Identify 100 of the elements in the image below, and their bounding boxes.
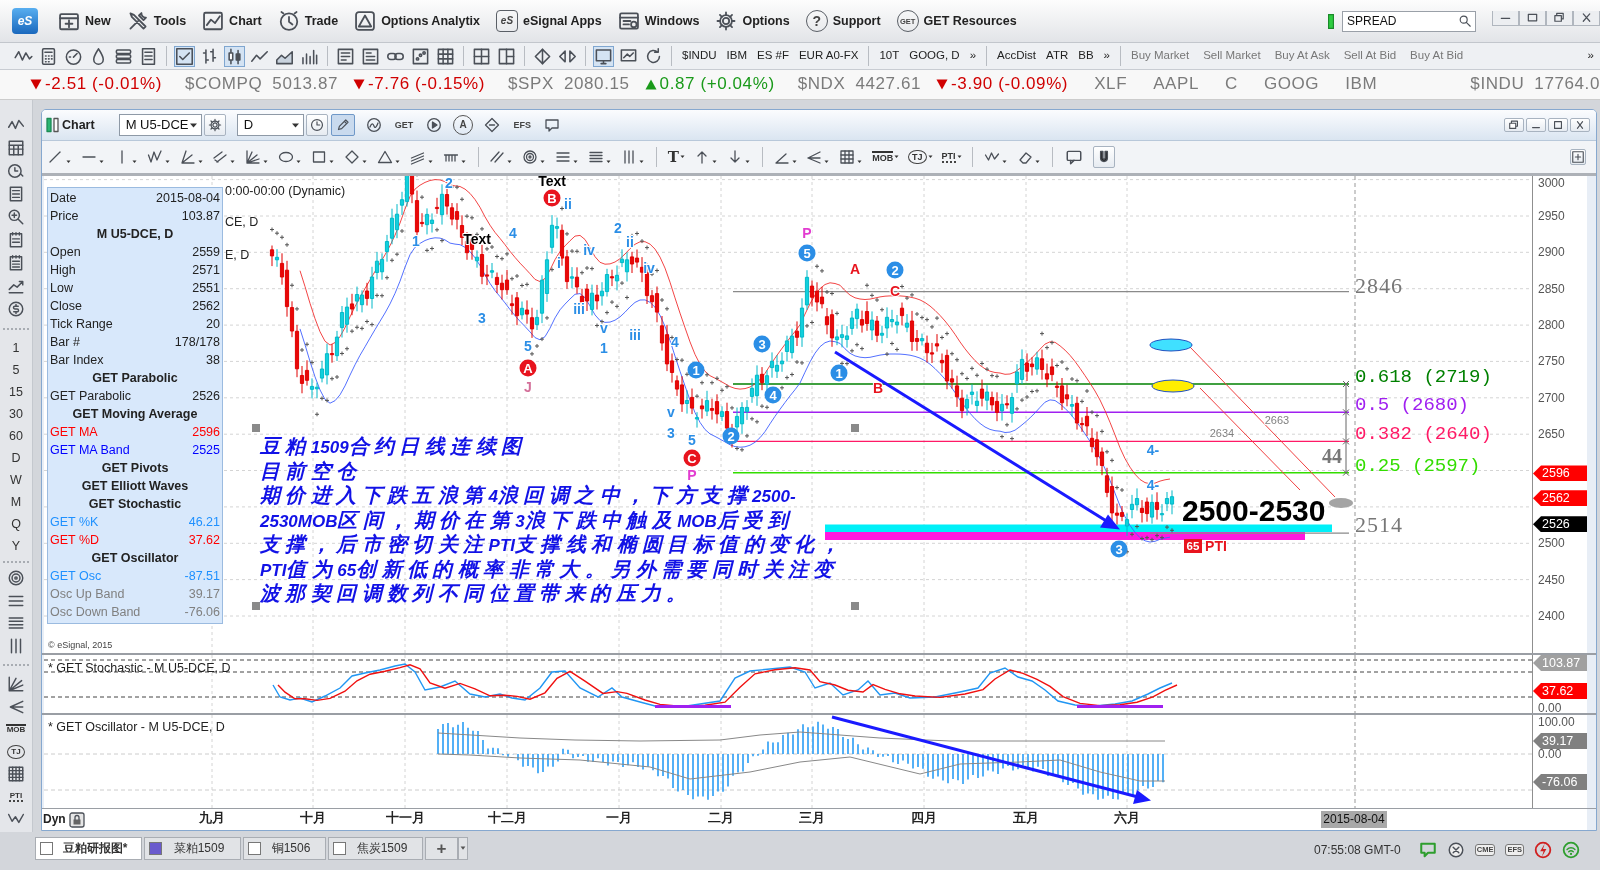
grid-icon[interactable] [7,765,25,784]
interval-button[interactable]: D [2,447,30,469]
horizontal-lines-tool-icon[interactable] [588,149,613,165]
add-tab-button[interactable]: + [425,837,458,860]
gauge-icon[interactable] [64,46,83,66]
interval-button[interactable]: Q [2,513,30,535]
chart-tab[interactable]: 菜粕1509 [144,837,241,860]
trade-button[interactable]: Sell At Bid [1341,49,1399,63]
study-link[interactable]: BB [1076,49,1096,63]
study-link[interactable]: AccDist [995,49,1039,63]
restore-icon[interactable] [1546,10,1573,26]
zigzag-tool-icon[interactable] [984,149,1009,165]
interval-button[interactable]: 1 [2,337,30,359]
stacked-layers-icon[interactable] [114,46,133,66]
notepad-icon[interactable] [7,253,25,272]
ticker-symbol[interactable]: AAPL [1153,74,1199,95]
maximize-icon[interactable] [1548,118,1568,132]
grid-tool-icon[interactable] [839,149,864,165]
drawing-tool-button[interactable]: T [667,148,685,166]
document-icon[interactable] [336,46,355,66]
toolbar-badge-button[interactable]: GET [392,114,416,136]
diamond-icon[interactable] [533,46,552,66]
checklist-icon[interactable] [175,46,194,66]
table-icon[interactable] [7,138,25,157]
selection-handle-icon[interactable] [252,602,260,610]
ticker-symbol[interactable]: C [1225,74,1238,95]
caret-down-icon[interactable] [458,837,468,860]
ticker-symbol[interactable]: GOOG [1263,74,1320,95]
interval-button[interactable]: 5 [2,359,30,381]
clock-icon[interactable] [7,161,25,180]
ohlc-bars-icon[interactable] [200,46,219,66]
fan-arrows-tool-icon[interactable] [806,149,831,165]
lightning-icon[interactable] [1534,841,1552,859]
circle-x-icon[interactable] [1446,841,1465,859]
split-view-icon[interactable] [497,46,516,66]
menu-item[interactable]: Chart [202,10,262,32]
coin-icon[interactable] [7,299,25,318]
diamond-tool-icon[interactable] [344,149,368,165]
selection-handle-icon[interactable] [252,424,260,432]
refresh-icon[interactable] [644,46,663,66]
document-list-icon[interactable] [7,184,25,203]
drawing-tool-button[interactable]: PTI [941,150,962,164]
close-icon[interactable] [1570,118,1590,132]
pencil-icon[interactable] [330,114,355,136]
trade-button[interactable]: Buy At Ask [1272,49,1332,63]
menu-item[interactable]: eS eSignal Apps [496,10,602,32]
document-icon[interactable] [361,46,380,66]
symbol-link[interactable]: $INDU [680,49,719,63]
interval-button[interactable]: 30 [2,403,30,425]
symbol-link[interactable]: EUR A0-FX [796,49,861,63]
menu-item[interactable]: Tools [126,10,187,32]
selection-handle-icon[interactable] [851,602,859,610]
table-icon[interactable] [436,46,455,66]
symbol-dropdown[interactable]: M U5-DCE [118,114,202,136]
menu-item[interactable]: New [58,10,111,32]
interval-dropdown[interactable]: D [236,114,304,136]
interval-button[interactable]: W [2,469,30,491]
ellipse-tool-icon[interactable] [278,149,303,165]
screen-icon[interactable] [594,46,613,66]
interval-button[interactable]: 60 [2,425,30,447]
drawing-tool-button[interactable]: MOB [872,150,900,164]
gann-fan-tool-icon[interactable] [245,149,270,165]
magnet-icon[interactable] [1092,146,1115,168]
calculator-icon[interactable] [39,46,58,66]
horizontal-lines-tool-icon[interactable] [555,149,580,165]
ticker-symbol[interactable]: $COMPQ [185,74,263,95]
ticker-symbol[interactable]: $INDU [1470,74,1525,95]
restore-icon[interactable] [1504,118,1524,132]
comment-icon[interactable] [1064,148,1084,166]
split-view-icon[interactable] [472,46,491,66]
menu-item[interactable]: ? Support [805,10,881,32]
gear-icon[interactable] [203,114,226,136]
target-icon[interactable] [7,569,25,588]
maximize-icon[interactable] [1519,10,1546,26]
document-icon[interactable] [139,46,158,66]
search-icon[interactable] [1458,14,1472,28]
overflow-button[interactable]: » [967,49,979,63]
line-tool-icon[interactable] [48,149,72,165]
chart-tab[interactable]: 铜1506 [243,837,326,860]
zoom-icon[interactable] [7,207,25,226]
selection-handle-icon[interactable] [851,424,859,432]
minimize-icon[interactable] [1526,118,1546,132]
menu-item[interactable]: Trade [277,10,339,32]
symbol-link[interactable]: ES #F [754,49,791,63]
chart-tab[interactable]: 豆粕研报图* [35,837,142,860]
triangle-tool-icon[interactable] [376,149,401,165]
trade-button[interactable]: Buy At Bid [1408,49,1466,63]
fan-lines-icon[interactable] [7,675,25,694]
toolbar-badge-button[interactable]: EFS [511,114,534,136]
interval-button[interactable]: 15 [2,381,30,403]
ticker-symbol[interactable]: XLF [1094,74,1128,95]
symbol-link[interactable]: 10T [877,49,902,63]
scatter-icon[interactable] [411,46,430,66]
interval-button[interactable]: M [2,491,30,513]
vertical-lines-tool-icon[interactable] [621,149,646,165]
menu-item[interactable]: Windows [617,10,700,32]
channel-tool-icon[interactable] [409,149,434,165]
overflow-button[interactable]: » [1101,49,1112,63]
symbol-link[interactable]: GOOG, D [907,49,962,63]
close-icon[interactable] [1573,10,1600,26]
